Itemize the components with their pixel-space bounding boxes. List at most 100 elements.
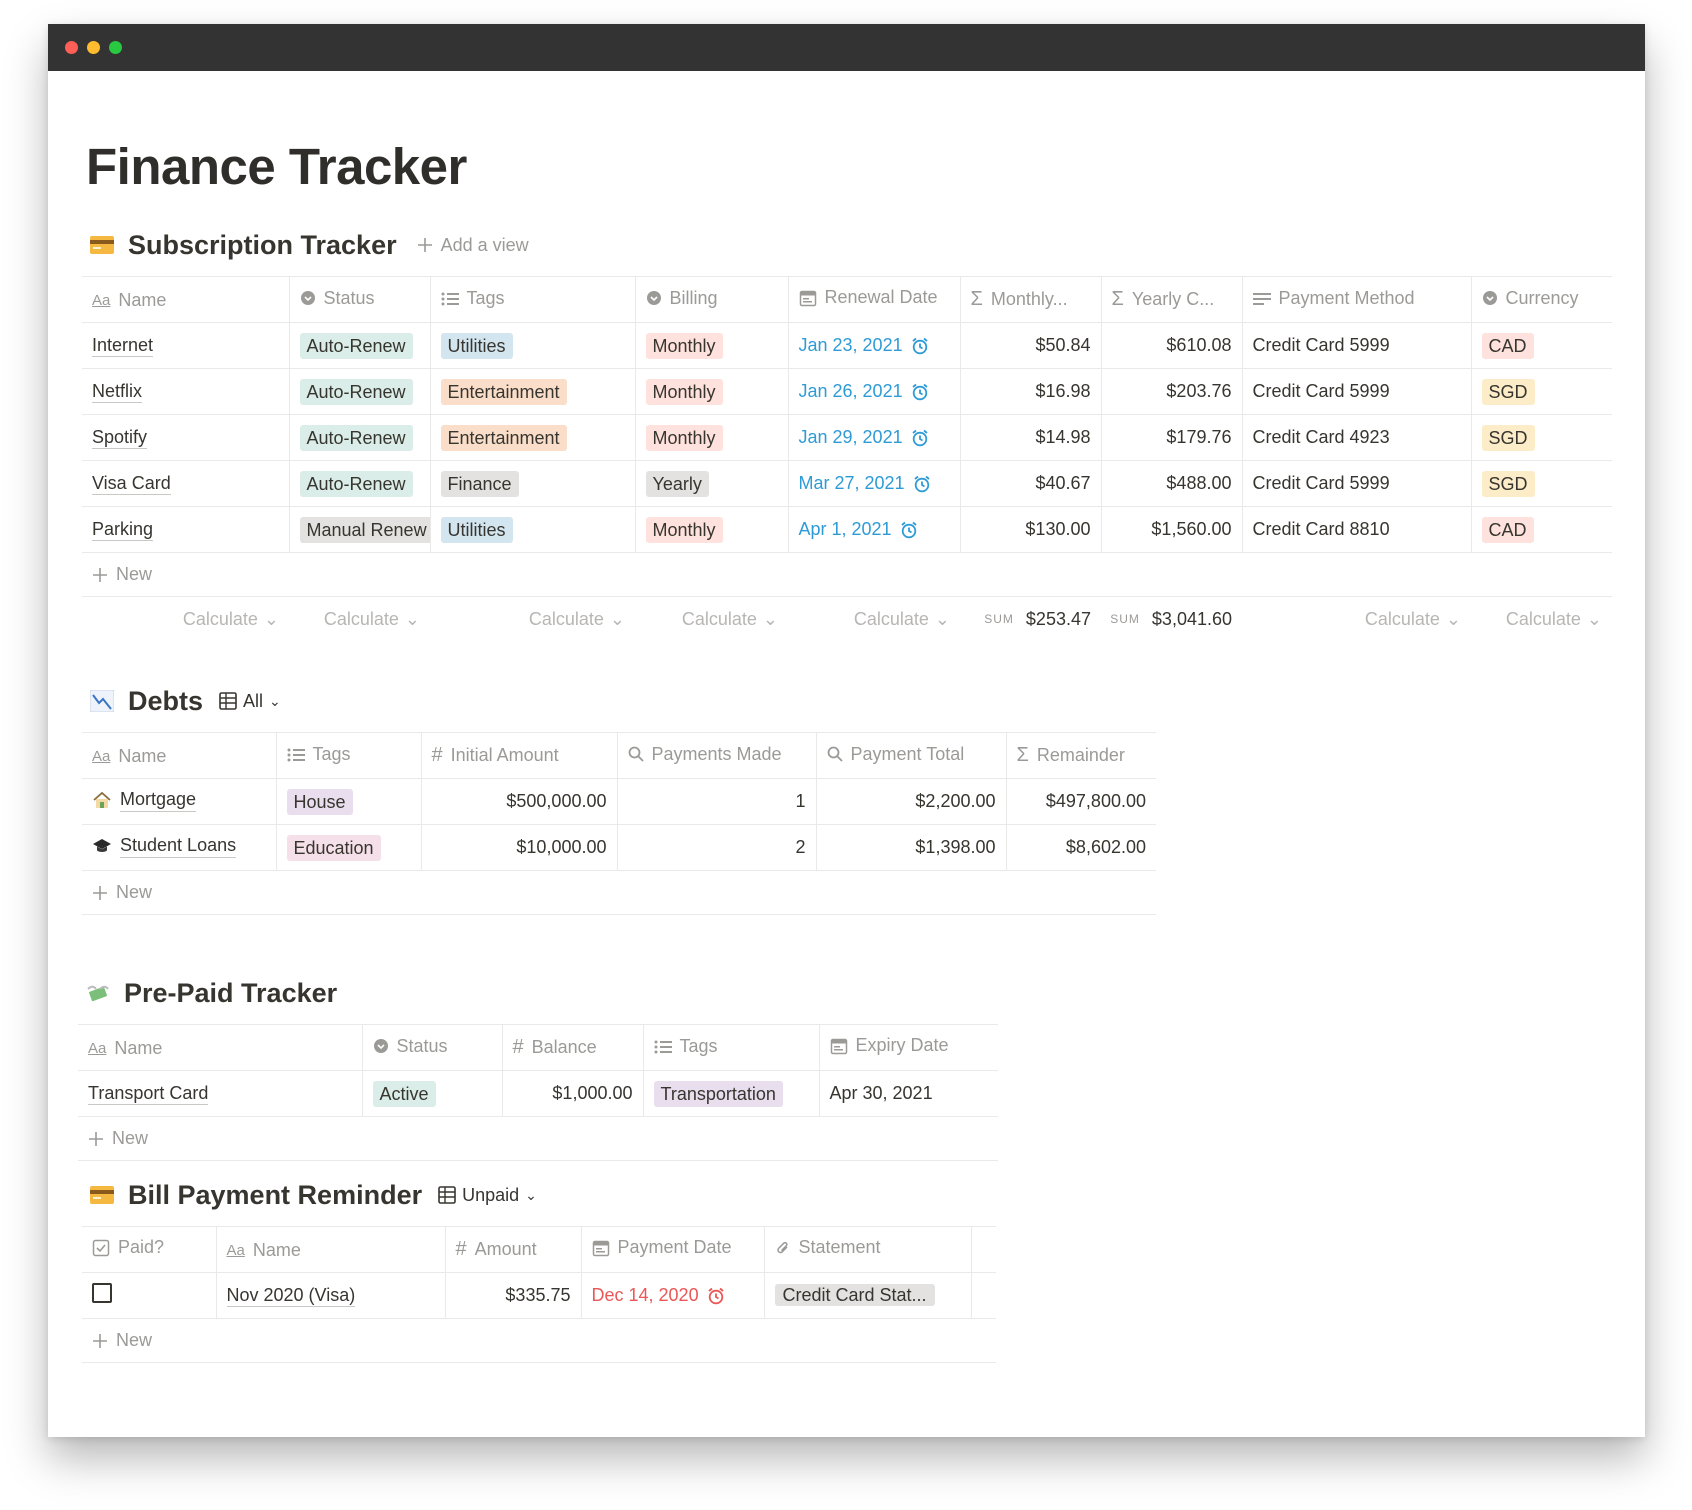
row-name[interactable]: Mortgage [120, 789, 197, 812]
col-name[interactable]: Aa Name [82, 732, 277, 779]
table-row[interactable]: Student Loans Education $10,000.00 2 $1,… [82, 824, 1156, 871]
col-monthly[interactable]: Σ Monthly... [960, 276, 1102, 323]
subscription-tracker-section: Subscription Tracker Add a view Aa Name S… [82, 225, 1612, 641]
paid-checkbox[interactable] [92, 1283, 112, 1303]
row-name[interactable]: Internet [92, 335, 154, 357]
col-payment-date[interactable]: Payment Date [581, 1226, 765, 1273]
row-name[interactable]: Visa Card [92, 473, 171, 495]
sum-monthly[interactable]: SUM $253.47 [960, 609, 1101, 630]
currency-badge: SGD [1481, 470, 1535, 497]
col-overflow[interactable] [971, 1226, 996, 1273]
table-row[interactable]: Visa Card Auto-Renew Finance Yearly Mar … [82, 460, 1612, 507]
row-name[interactable]: Student Loans [120, 835, 237, 858]
close-window-button[interactable] [65, 41, 78, 54]
calculate-dropdown[interactable]: Calculate ⌄ [430, 609, 635, 630]
view-switcher[interactable]: Unpaid ⌄ [438, 1185, 537, 1206]
col-remainder[interactable]: Σ Remainder [1006, 732, 1156, 779]
table-row[interactable]: Parking Manual Renew Utilities Monthly A… [82, 506, 1612, 553]
col-payment-method[interactable]: Payment Method [1242, 276, 1472, 323]
payment-method: Credit Card 8810 [1242, 506, 1472, 553]
monthly-cost: $130.00 [960, 506, 1102, 553]
col-tags[interactable]: Tags [430, 276, 636, 323]
bill-reminder-section: Bill Payment Reminder Unpaid ⌄ Paid? Aa N… [82, 1175, 996, 1363]
select-property-icon [300, 291, 315, 306]
payment-date[interactable]: Dec 14, 2020 [592, 1285, 699, 1306]
sum-yearly[interactable]: SUM $3,041.60 [1101, 609, 1242, 630]
table-row[interactable]: Internet Auto-Renew Utilities Monthly Ja… [82, 322, 1612, 369]
col-billing[interactable]: Billing [635, 276, 789, 323]
calculate-dropdown[interactable]: Calculate ⌄ [788, 609, 960, 630]
col-yearly[interactable]: Σ Yearly C... [1101, 276, 1243, 323]
col-statement[interactable]: Statement [764, 1226, 972, 1273]
debts-header-row: Aa Name Tags # Initial Amount Payments Mad… [82, 732, 1156, 779]
col-initial-amount[interactable]: # Initial Amount [421, 732, 618, 779]
bills-header-row: Paid? Aa Name # Amount Payment Date Statem… [82, 1226, 996, 1273]
calculate-dropdown[interactable]: Calculate ⌄ [1242, 609, 1471, 630]
row-name[interactable]: Netflix [92, 381, 143, 403]
col-tags[interactable]: Tags [276, 732, 422, 779]
col-status[interactable]: Status [289, 276, 431, 323]
tag-badge: Entertainment [440, 424, 567, 451]
table-row[interactable]: Spotify Auto-Renew Entertainment Monthly… [82, 414, 1612, 461]
table-row[interactable]: Transport Card Active $1,000.00 Transpor… [78, 1070, 998, 1117]
table-icon [219, 692, 237, 710]
add-view-button[interactable]: Add a view [417, 235, 529, 256]
billing-badge: Yearly [645, 470, 709, 497]
subscription-tracker-title: Subscription Tracker [128, 229, 397, 260]
checkbox-property-icon [92, 1239, 110, 1256]
row-name[interactable]: Nov 2020 (Visa) [226, 1285, 356, 1307]
col-tags[interactable]: Tags [643, 1024, 820, 1071]
renewal-date[interactable]: Mar 27, 2021 [799, 473, 905, 494]
status-badge: Manual Renew [299, 516, 429, 543]
table-icon [438, 1186, 456, 1204]
col-paid[interactable]: Paid? [82, 1226, 217, 1273]
col-balance[interactable]: # Balance [502, 1024, 644, 1071]
monthly-cost: $50.84 [960, 322, 1102, 369]
calculate-dropdown[interactable]: Calculate ⌄ [1471, 609, 1612, 630]
col-status[interactable]: Status [362, 1024, 503, 1071]
text-property-icon: Aa [88, 1039, 107, 1057]
text-property-icon: Aa [92, 291, 111, 309]
add-row-button[interactable]: New [82, 1319, 996, 1363]
calculate-dropdown[interactable]: Calculate ⌄ [289, 609, 430, 630]
zoom-window-button[interactable] [109, 41, 122, 54]
table-row[interactable]: Netflix Auto-Renew Entertainment Monthly… [82, 368, 1612, 415]
add-row-button[interactable]: New [82, 871, 1156, 915]
statement-file[interactable]: Credit Card Stat... [774, 1284, 935, 1306]
row-name[interactable]: Transport Card [88, 1083, 209, 1105]
initial-amount: $10,000.00 [421, 824, 618, 871]
number-property-icon: # [431, 744, 443, 766]
col-renewal-date[interactable]: Renewal Date [788, 276, 961, 323]
table-row[interactable]: Nov 2020 (Visa) $335.75 Dec 14, 2020 Cre… [82, 1272, 996, 1319]
monthly-cost: $40.67 [960, 460, 1102, 507]
add-row-button[interactable]: New [78, 1117, 998, 1161]
billing-badge: Monthly [645, 516, 723, 543]
col-amount[interactable]: # Amount [445, 1226, 582, 1273]
col-payment-total[interactable]: Payment Total [816, 732, 1007, 779]
credit-card-icon [88, 1181, 116, 1209]
col-payments-made[interactable]: Payments Made [617, 732, 817, 779]
view-switcher[interactable]: All ⌄ [219, 691, 281, 712]
plus-icon [417, 238, 432, 252]
col-currency[interactable]: Currency [1471, 276, 1612, 323]
col-name[interactable]: Aa Name [216, 1226, 446, 1273]
alarm-clock-icon [912, 337, 928, 354]
minimize-window-button[interactable] [87, 41, 100, 54]
payments-made: 1 [617, 778, 817, 825]
table-row[interactable]: Mortgage House $500,000.00 1 $2,200.00 $… [82, 778, 1156, 825]
subscription-table: Aa Name Status Tags Billing Renewal Date … [82, 276, 1612, 553]
calculate-dropdown[interactable]: Calculate ⌄ [635, 609, 788, 630]
status-badge: Auto-Renew [299, 332, 413, 359]
col-name[interactable]: Aa Name [82, 276, 290, 323]
col-expiry-date[interactable]: Expiry Date [819, 1024, 998, 1071]
renewal-date[interactable]: Apr 1, 2021 [799, 519, 892, 540]
renewal-date[interactable]: Jan 26, 2021 [799, 381, 903, 402]
row-name[interactable]: Spotify [92, 427, 148, 449]
col-name[interactable]: Aa Name [78, 1024, 363, 1071]
renewal-date[interactable]: Jan 29, 2021 [799, 427, 903, 448]
row-name[interactable]: Parking [92, 519, 154, 541]
prepaid-tracker-section: Pre-Paid Tracker Aa Name Status # Balance … [78, 973, 998, 1161]
renewal-date[interactable]: Jan 23, 2021 [799, 335, 903, 356]
calculate-dropdown[interactable]: Calculate ⌄ [82, 609, 289, 630]
add-row-button[interactable]: New [82, 553, 1612, 597]
